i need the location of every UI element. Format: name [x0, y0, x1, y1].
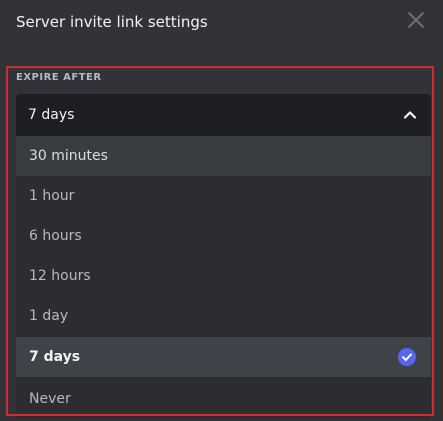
- close-icon: [408, 12, 424, 28]
- modal-title: Server invite link settings: [16, 13, 208, 31]
- modal-header: Server invite link settings: [0, 0, 443, 48]
- close-button[interactable]: [404, 8, 428, 32]
- highlight-box: [6, 66, 434, 416]
- invite-settings-modal: Server invite link settings EXPIRE AFTER…: [0, 0, 443, 421]
